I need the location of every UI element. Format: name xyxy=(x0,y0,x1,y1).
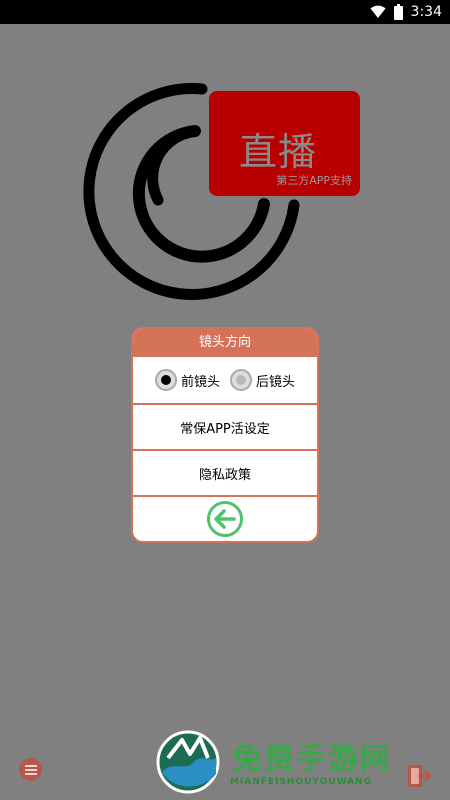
exit-icon[interactable] xyxy=(406,763,432,789)
watermark-title: 免费手游网 xyxy=(232,742,392,777)
front-camera-radio[interactable]: 前镜头 xyxy=(154,369,220,391)
camera-settings-dialog: 镜头方向 前镜头 后镜头 常保APP活设定 隐私政策 xyxy=(131,327,319,543)
privacy-policy-button[interactable]: 隐私政策 xyxy=(133,451,317,497)
dialog-title: 镜头方向 xyxy=(133,329,317,357)
rear-camera-radio[interactable]: 后镜头 xyxy=(230,369,295,391)
rear-camera-label: 后镜头 xyxy=(256,374,296,390)
live-badge-title: 直播 xyxy=(239,130,318,174)
watermark-subtitle: MIANFEISHOUYOUWANG xyxy=(230,777,372,787)
live-badge: 直播 第三方APP支持 xyxy=(209,91,360,196)
back-row xyxy=(133,497,317,541)
arrow-left-icon[interactable] xyxy=(206,500,244,538)
front-camera-label: 前镜头 xyxy=(180,374,220,390)
menu-icon xyxy=(24,764,37,775)
menu-button[interactable] xyxy=(19,758,42,781)
watermark-logo-icon xyxy=(156,730,220,794)
camera-direction-group: 前镜头 后镜头 xyxy=(133,357,317,405)
radio-selected-icon xyxy=(154,369,177,391)
radio-unselected-icon xyxy=(230,369,252,391)
keep-app-alive-button[interactable]: 常保APP活设定 xyxy=(133,405,317,451)
live-badge-subtitle: 第三方APP支持 xyxy=(276,174,352,187)
